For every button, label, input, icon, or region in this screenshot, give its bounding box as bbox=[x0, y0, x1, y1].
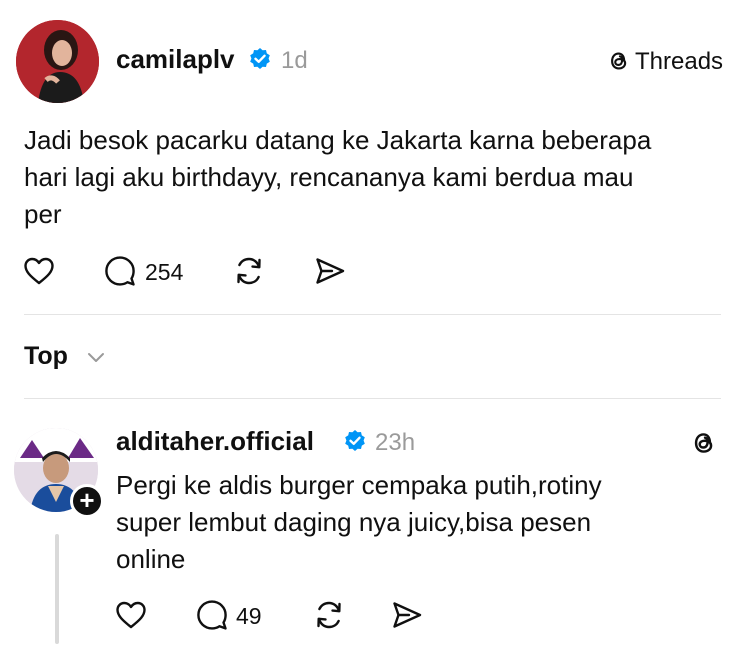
reply-count: 254 bbox=[145, 259, 184, 285]
follow-plus-button[interactable]: + bbox=[70, 484, 104, 518]
reply-timestamp: 23h bbox=[375, 429, 416, 456]
verified-badge-icon bbox=[343, 429, 367, 458]
comment-bubble-icon[interactable] bbox=[195, 598, 229, 632]
threads-logo-icon[interactable] bbox=[689, 428, 719, 458]
threads-logo-icon bbox=[606, 48, 634, 76]
comment-bubble-icon[interactable] bbox=[103, 254, 137, 288]
repost-icon[interactable] bbox=[312, 598, 346, 632]
post-text-line: Jadi besok pacarku datang ke Jakarta kar… bbox=[24, 125, 652, 155]
divider bbox=[24, 314, 721, 315]
share-send-icon[interactable] bbox=[313, 254, 347, 288]
divider bbox=[24, 398, 721, 399]
avatar[interactable] bbox=[16, 20, 99, 103]
post-text: Jadi besok pacarku datang ke Jakarta kar… bbox=[24, 122, 724, 233]
reply-text-line: super lembut daging nya juicy,bisa pesen bbox=[116, 507, 592, 537]
like-heart-icon[interactable] bbox=[114, 598, 148, 632]
post-username[interactable]: camilaplv bbox=[116, 44, 235, 75]
verified-badge-icon bbox=[248, 47, 272, 76]
reply-count: 49 bbox=[236, 603, 262, 629]
post-timestamp: 1d bbox=[281, 47, 308, 74]
thread-connector-line bbox=[55, 534, 59, 644]
threads-source-label[interactable]: Threads bbox=[635, 48, 723, 76]
sort-selector-label[interactable]: Top bbox=[24, 342, 68, 371]
reply-text: Pergi ke aldis burger cempaka putih,roti… bbox=[116, 467, 716, 578]
share-send-icon[interactable] bbox=[390, 598, 424, 632]
chevron-down-icon[interactable] bbox=[84, 345, 108, 369]
post-text-line: hari lagi aku birthdayy, rencananya kami… bbox=[24, 162, 634, 192]
repost-icon[interactable] bbox=[232, 254, 266, 288]
post-text-line: per bbox=[24, 199, 62, 229]
reply-username[interactable]: alditaher.official bbox=[116, 426, 314, 457]
like-heart-icon[interactable] bbox=[22, 254, 56, 288]
reply-text-line: Pergi ke aldis burger cempaka putih,roti… bbox=[116, 470, 602, 500]
reply-text-line: online bbox=[116, 544, 186, 574]
